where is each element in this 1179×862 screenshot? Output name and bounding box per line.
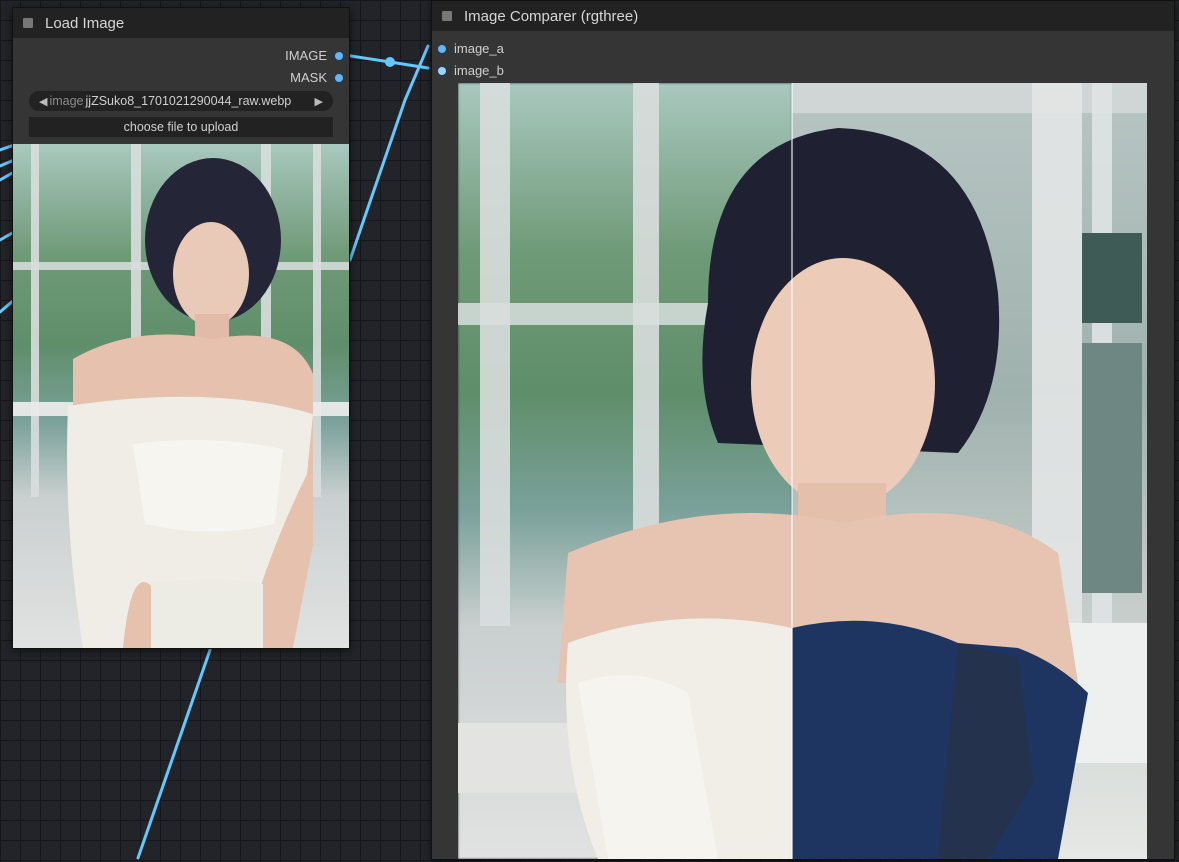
output-dot-icon[interactable]	[335, 73, 343, 82]
input-image-a-slot[interactable]: image_a	[438, 41, 504, 56]
comparison-image[interactable]	[458, 83, 1147, 859]
node-title: Load Image	[45, 14, 125, 32]
node-title: Image Comparer (rgthree)	[464, 7, 639, 25]
combo-value: jjZSuko8_1701021290044_raw.webp	[85, 94, 292, 108]
load-image-node[interactable]: Load Image IMAGE MASK ◀ image jjZSuko8_1…	[12, 7, 350, 649]
input-image-b-slot[interactable]: image_b	[438, 63, 504, 78]
image-comparer-node[interactable]: Image Comparer (rgthree) image_a image_b	[431, 0, 1175, 860]
image-select-combo[interactable]: ◀ image jjZSuko8_1701021290044_raw.webp …	[29, 91, 333, 111]
load-image-header[interactable]: Load Image	[13, 8, 349, 38]
output-dot-icon[interactable]	[335, 51, 343, 60]
loaded-image-preview	[13, 144, 349, 648]
wire-image-to-image-a	[348, 44, 430, 262]
input-dot-icon[interactable]	[438, 44, 446, 53]
wire-image-to-image-b	[336, 52, 430, 70]
combo-prefix: image	[49, 94, 84, 108]
input-label: image_b	[454, 63, 504, 78]
combo-right-arrow-icon[interactable]: ▶	[315, 95, 323, 108]
wire-reroute-dot	[385, 57, 395, 67]
combo-left-arrow-icon[interactable]: ◀	[39, 95, 47, 108]
output-label: MASK	[290, 70, 327, 85]
output-label: IMAGE	[285, 48, 327, 63]
comparer-divider[interactable]	[791, 83, 793, 859]
comparer-header[interactable]: Image Comparer (rgthree)	[432, 1, 1174, 31]
input-dot-icon[interactable]	[438, 66, 446, 75]
wire-bottom	[136, 648, 212, 860]
output-mask-slot[interactable]: MASK	[290, 70, 343, 85]
input-label: image_a	[454, 41, 504, 56]
collapse-icon[interactable]	[442, 11, 452, 21]
choose-file-button[interactable]: choose file to upload	[29, 117, 333, 137]
collapse-icon[interactable]	[23, 18, 33, 28]
output-image-slot[interactable]: IMAGE	[285, 48, 343, 63]
